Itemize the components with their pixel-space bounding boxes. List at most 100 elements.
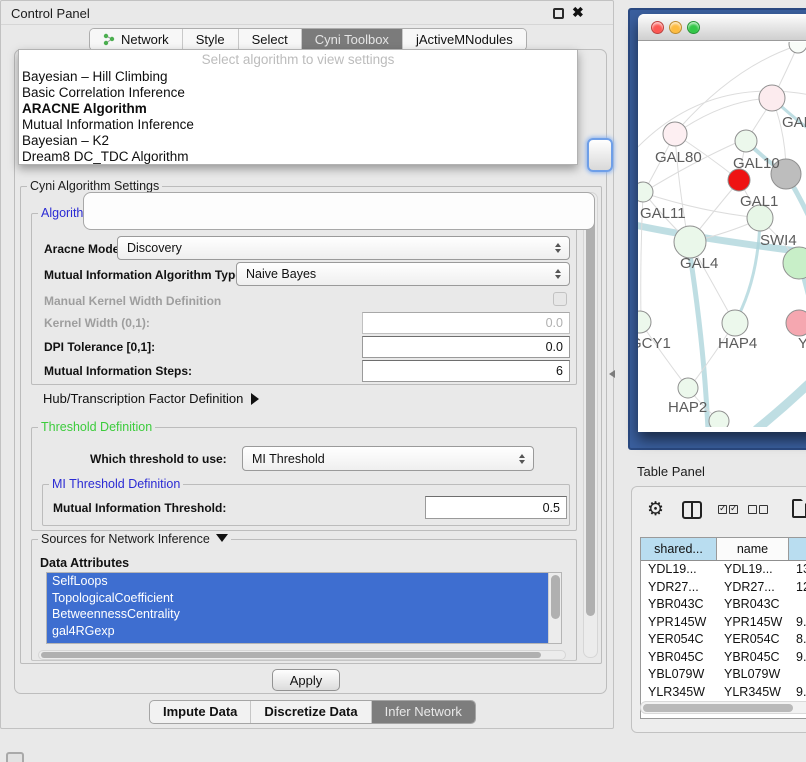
- table-cell[interactable]: YBR043C: [641, 596, 717, 614]
- network-node[interactable]: [786, 310, 806, 336]
- table-cell[interactable]: YBL079W: [641, 666, 717, 684]
- close-icon[interactable]: ✖: [572, 4, 584, 21]
- column-header[interactable]: shared...: [641, 538, 717, 560]
- gear-icon[interactable]: ⚙: [647, 498, 664, 520]
- network-node[interactable]: [678, 378, 698, 398]
- network-node[interactable]: [789, 42, 806, 53]
- sources-horizontal-scrollbar-thumb[interactable]: [41, 652, 541, 658]
- network-node[interactable]: [674, 226, 706, 258]
- mi-threshold-input[interactable]: [425, 496, 567, 519]
- table-row[interactable]: YDR27...YDR27...12: [641, 579, 806, 597]
- table-cell[interactable]: YBR045C: [641, 649, 717, 667]
- mac-close-button[interactable]: [651, 21, 664, 34]
- dpi-tolerance-input[interactable]: [362, 336, 570, 358]
- mi-steps-input[interactable]: [362, 360, 570, 382]
- aracne-mode-combo[interactable]: Discovery: [117, 236, 570, 260]
- column-header[interactable]: name: [717, 538, 789, 560]
- attribute-list-item[interactable]: SelfLoops: [47, 573, 548, 590]
- table-row[interactable]: YBR043CYBR043C: [641, 596, 806, 614]
- table-cell[interactable]: YBR045C: [717, 649, 789, 667]
- tab-style[interactable]: Style: [182, 29, 238, 50]
- network-node[interactable]: [638, 311, 651, 333]
- bottom-tab-impute-data[interactable]: Impute Data: [150, 701, 250, 723]
- minimized-panel-icon[interactable]: [6, 752, 24, 762]
- node-label: GAL10: [733, 155, 780, 172]
- hub-transcription-factor-expander[interactable]: Hub/Transcription Factor Definition: [43, 391, 259, 406]
- table-row[interactable]: YDL19...YDL19...13: [641, 561, 806, 579]
- table-cell[interactable]: YER054C: [641, 631, 717, 649]
- table-cell[interactable]: [789, 596, 806, 614]
- table-row[interactable]: YER054CYER054C8.: [641, 631, 806, 649]
- table-cell[interactable]: YER054C: [717, 631, 789, 649]
- network-node[interactable]: [728, 169, 750, 191]
- table-cell[interactable]: 8.: [789, 631, 806, 649]
- algorithm-option[interactable]: Bayesian – K2: [19, 133, 577, 149]
- spinner-arrows-icon: [555, 269, 562, 279]
- table-row[interactable]: YBR045CYBR045C9.: [641, 649, 806, 667]
- settings-vertical-scrollbar-thumb[interactable]: [586, 196, 595, 616]
- table-cell[interactable]: 12: [789, 579, 806, 597]
- table-cell[interactable]: YLR345W: [717, 684, 789, 702]
- sources-horizontal-scrollbar[interactable]: [38, 650, 566, 660]
- file-icon[interactable]: [792, 499, 806, 518]
- panel-resize-handle-icon[interactable]: [609, 370, 615, 378]
- attribute-list-item[interactable]: BetweennessCentrality: [47, 606, 548, 623]
- table-cell[interactable]: YDL19...: [641, 561, 717, 579]
- attributes-vertical-scrollbar-thumb[interactable]: [551, 575, 560, 619]
- network-node[interactable]: [638, 182, 653, 202]
- bottom-tab-infer-network[interactable]: Infer Network: [371, 701, 475, 723]
- clear-all-checkboxes-icon[interactable]: [748, 505, 768, 514]
- tab-select[interactable]: Select: [238, 29, 301, 50]
- attribute-list-item[interactable]: gal4RGexp: [47, 623, 548, 640]
- algorithm-option[interactable]: Basic Correlation Inference: [19, 85, 577, 101]
- table-cell[interactable]: YBR043C: [717, 596, 789, 614]
- algorithm-option[interactable]: Bayesian – Hill Climbing: [19, 69, 577, 85]
- algorithm-combo-arrow-button[interactable]: [587, 138, 613, 172]
- table-cell[interactable]: YPR145W: [717, 614, 789, 632]
- mi-algorithm-type-combo[interactable]: Naive Bayes: [236, 262, 570, 286]
- tab-jactivemnodules[interactable]: jActiveMNodules: [402, 29, 526, 50]
- table-cell[interactable]: [789, 666, 806, 684]
- float-window-icon[interactable]: [553, 8, 564, 19]
- table-cell[interactable]: YPR145W: [641, 614, 717, 632]
- algorithm-option[interactable]: ARACNE Algorithm: [19, 101, 577, 117]
- sources-title[interactable]: Sources for Network Inference: [38, 532, 231, 546]
- attribute-list-item[interactable]: TopologicalCoefficient: [47, 590, 548, 607]
- network-node[interactable]: [709, 411, 729, 427]
- bottom-tab-discretize-data[interactable]: Discretize Data: [250, 701, 370, 723]
- table-row[interactable]: YLR345WYLR345W9.: [641, 684, 806, 702]
- mac-minimize-button[interactable]: [669, 21, 682, 34]
- table-cell[interactable]: YDL19...: [717, 561, 789, 579]
- network-node[interactable]: [722, 310, 748, 336]
- table-cell[interactable]: YLR345W: [641, 684, 717, 702]
- mac-zoom-button[interactable]: [687, 21, 700, 34]
- network-canvas[interactable]: GALGAL80GAL10GAL1GAL11SWI4GAL4GCY1HAP4YH…: [638, 42, 806, 427]
- attribute-list-item-partial[interactable]: [47, 639, 548, 644]
- tab-cyni-toolbox[interactable]: Cyni Toolbox: [301, 29, 402, 50]
- apply-button[interactable]: Apply: [272, 669, 340, 691]
- table-row[interactable]: YPR145WYPR145W9.: [641, 614, 806, 632]
- table-cell[interactable]: 9.: [789, 684, 806, 702]
- select-all-checkboxes-icon[interactable]: [718, 505, 738, 514]
- attributes-vertical-scrollbar[interactable]: [548, 573, 561, 643]
- columns-icon[interactable]: [682, 501, 702, 519]
- table-cell[interactable]: 13: [789, 561, 806, 579]
- network-selector-combo-fragment[interactable]: [83, 192, 595, 230]
- table-row[interactable]: YBL079WYBL079W: [641, 666, 806, 684]
- network-node[interactable]: [663, 122, 687, 146]
- table-cell[interactable]: YDR27...: [717, 579, 789, 597]
- table-cell[interactable]: 9.: [789, 614, 806, 632]
- algorithm-option[interactable]: Dream8 DC_TDC Algorithm: [19, 149, 577, 165]
- settings-vertical-scrollbar[interactable]: [583, 192, 598, 658]
- network-node[interactable]: [759, 85, 785, 111]
- tab-network[interactable]: Network: [90, 29, 182, 50]
- table-horizontal-scrollbar-thumb[interactable]: [643, 704, 793, 712]
- network-node[interactable]: [735, 130, 757, 152]
- table-cell[interactable]: YBL079W: [717, 666, 789, 684]
- column-header[interactable]: A: [789, 538, 806, 560]
- table-cell[interactable]: 9.: [789, 649, 806, 667]
- algorithm-option[interactable]: Mutual Information Inference: [19, 117, 577, 133]
- table-cell[interactable]: YDR27...: [641, 579, 717, 597]
- which-threshold-combo[interactable]: MI Threshold: [242, 446, 534, 471]
- table-horizontal-scrollbar[interactable]: [640, 701, 806, 714]
